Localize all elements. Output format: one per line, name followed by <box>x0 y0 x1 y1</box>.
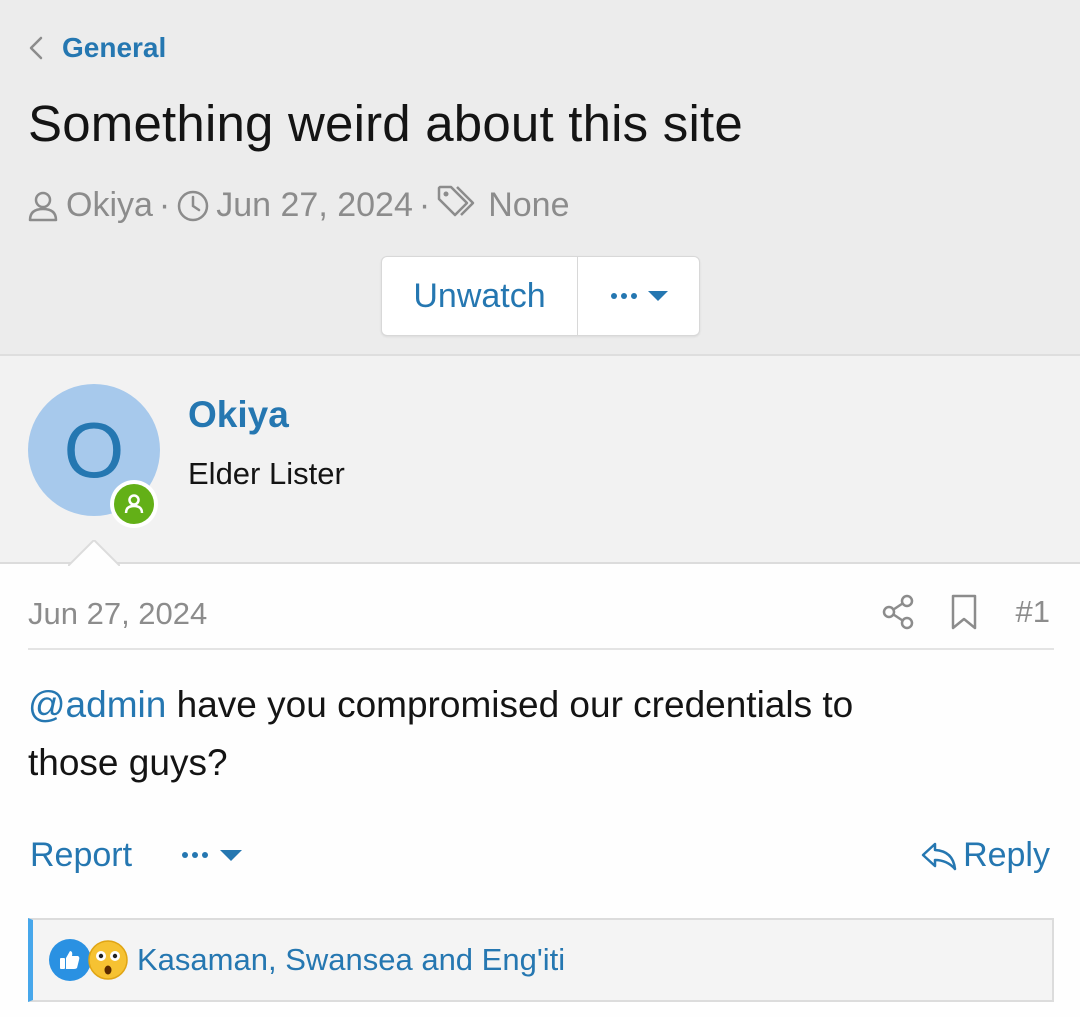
wow-reaction-icon <box>88 940 128 980</box>
post-text-line1: have you compromised our credentials to <box>166 684 854 725</box>
post-author-title: Elder Lister <box>188 456 345 491</box>
message-pointer-arrow <box>68 540 120 566</box>
post-text-line2: those guys? <box>28 742 228 783</box>
online-user-icon <box>124 494 144 514</box>
thread-meta: Okiya · Jun 27, 2024 · None <box>26 183 569 228</box>
thread-date[interactable]: Jun 27, 2024 <box>216 186 413 225</box>
user-icon <box>28 191 58 221</box>
thread-more-menu-button[interactable] <box>578 257 699 335</box>
post-author-name[interactable]: Okiya <box>188 394 289 436</box>
page-title: Something weird about this site <box>28 95 743 152</box>
bookmark-icon[interactable] <box>946 592 982 632</box>
reply-label: Reply <box>963 836 1050 874</box>
breadcrumb-link-general[interactable]: General <box>62 32 166 64</box>
reactions-bar[interactable]: Kasaman, Swansea and Eng'iti <box>28 918 1054 1002</box>
thread-author[interactable]: Okiya <box>66 186 153 225</box>
reply-icon <box>921 842 957 870</box>
chevron-left-icon <box>29 36 43 60</box>
report-button[interactable]: Report <box>30 836 132 875</box>
post-body: @admin have you compromised our credenti… <box>28 676 1028 792</box>
post-author-strip: O Okiya Elder Lister <box>0 354 1080 564</box>
post-date[interactable]: Jun 27, 2024 <box>28 596 207 632</box>
breadcrumb[interactable]: General <box>26 32 166 64</box>
unwatch-button[interactable]: Unwatch <box>382 257 578 335</box>
like-reaction-icon <box>49 939 91 981</box>
post-more-menu-button[interactable] <box>180 844 246 871</box>
tags-icon <box>436 183 482 228</box>
thread-header: General Something weird about this site … <box>0 0 1080 354</box>
meta-separator: · <box>418 186 431 224</box>
thread-tags: None <box>488 186 570 224</box>
more-options-icon <box>182 850 242 861</box>
clock-icon <box>178 190 209 221</box>
share-icon[interactable] <box>880 592 916 632</box>
post-divider <box>28 648 1054 650</box>
meta-separator: · <box>158 186 171 224</box>
post-number[interactable]: #1 <box>1016 594 1050 630</box>
reaction-users[interactable]: Kasaman, Swansea and Eng'iti <box>137 942 565 978</box>
online-status-badge <box>110 480 158 528</box>
reply-button[interactable]: Reply <box>919 836 1050 875</box>
more-options-icon <box>610 291 668 301</box>
mention-link[interactable]: @admin <box>28 684 166 725</box>
thread-action-group: Unwatch <box>381 256 700 336</box>
post-actions: #1 <box>880 592 1050 632</box>
